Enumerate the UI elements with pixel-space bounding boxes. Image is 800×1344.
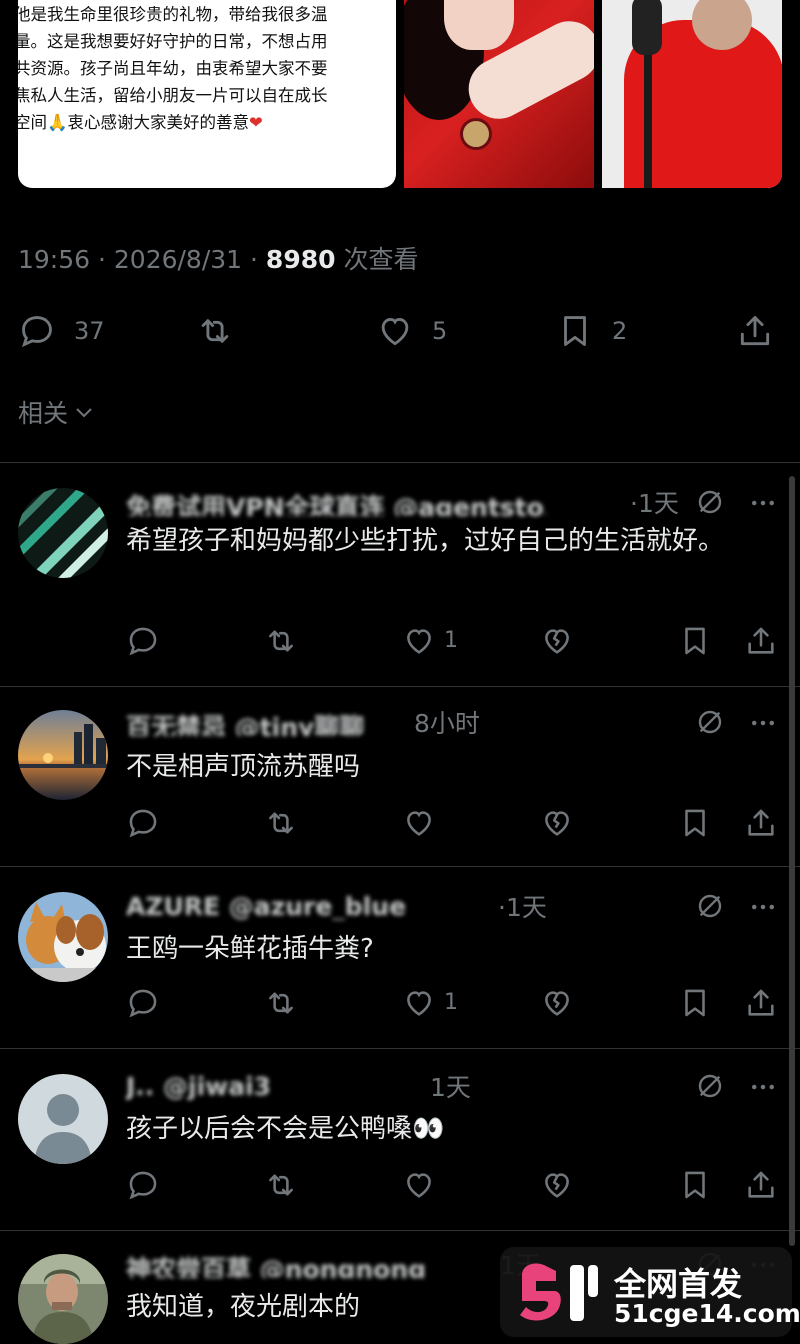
cat-dog-avatar[interactable] [18,892,108,982]
soldier-photo-avatar[interactable] [18,1254,108,1344]
more-options-icon[interactable] [748,708,778,738]
bookmark-icon[interactable] [678,806,712,840]
post-action-bar: 37 5 2 [0,308,800,354]
photo-red-robe-microphone-image[interactable] [602,0,782,188]
heart-icon[interactable] [402,1168,436,1202]
bookmark-icon[interactable] [678,986,712,1020]
repost-icon [201,319,229,343]
bookmark-icon[interactable] [678,624,712,658]
share-icon[interactable] [744,806,778,840]
reply-timestamp: ·1天 [498,893,547,922]
watermark-url: 51cge14.com [614,1299,800,1328]
reply-icon[interactable] [126,986,160,1020]
mute-icon[interactable] [694,1070,726,1102]
reply-text: 王鸥一朵鲜花插牛粪? [126,934,374,964]
share-button[interactable] [736,308,774,354]
wristwatch [460,118,492,150]
dislike-icon[interactable] [540,624,574,658]
heart-icon[interactable] [402,624,436,658]
sunset-skyline-avatar[interactable] [18,710,108,800]
more-options-icon[interactable] [748,892,778,922]
reply-author-name[interactable]: 百无禁忌 @tiny聊聊 [126,708,546,736]
bookmark-button[interactable]: 2 [556,308,627,354]
reply-like-count: 1 [444,628,458,653]
reply-author-name[interactable]: AZURE @azure_blue [126,892,546,920]
reply-icon [22,316,52,348]
post-media[interactable]: 他是我生命里很珍贵的礼物，带给我很多温 量。这是我想要好好守护的日常，不想占用 … [18,0,782,188]
reply-timestamp: ·1天 [630,489,679,518]
repost-icon[interactable] [264,986,298,1020]
reply-text: 希望孩子和妈妈都少些打扰，过好自己的生活就好。 [126,526,725,556]
share-icon[interactable] [744,986,778,1020]
reply-button[interactable]: 37 [18,308,105,354]
related-dropdown[interactable]: 相关 [18,394,96,430]
divider [0,866,800,867]
bookmark-count: 2 [612,317,628,345]
divider [0,1048,800,1049]
view-count: 8980 [265,245,336,274]
chevron-down-icon [76,408,92,418]
reply-action-bar [126,806,786,842]
default-user-avatar[interactable] [18,1074,108,1164]
heart-emoji: ❤ [249,113,263,132]
reply-author-name[interactable]: J.. @jiwai3 [126,1072,546,1100]
like-button[interactable]: 5 [376,308,447,354]
site-logo-icon [520,1263,598,1321]
reply-text: 孩子以后会不会是公鸭嗓👀 [126,1114,445,1144]
heart-icon[interactable] [402,986,436,1020]
scrollbar[interactable] [789,476,795,1246]
mute-icon[interactable] [694,486,726,518]
dislike-icon[interactable] [540,986,574,1020]
dislike-icon[interactable] [540,1168,574,1202]
post-timestamp: 19:56 · 2026/8/31 · [18,245,266,274]
repost-icon[interactable] [264,1168,298,1202]
post-meta: 19:56 · 2026/8/31 · 8980 次查看 [18,240,418,276]
share-icon[interactable] [744,624,778,658]
quote-screenshot-image[interactable]: 他是我生命里很珍贵的礼物，带给我很多温 量。这是我想要好好守护的日常，不想占用 … [18,0,396,188]
repost-icon[interactable] [264,624,298,658]
reply-icon[interactable] [126,806,160,840]
reply-icon[interactable] [126,624,160,658]
dislike-icon[interactable] [540,806,574,840]
reply-timestamp: 1天 [430,1073,471,1102]
mute-icon[interactable] [694,890,726,922]
share-icon[interactable] [744,1168,778,1202]
reply-count: 37 [74,317,105,345]
share-icon [740,316,770,346]
reply-author-name[interactable]: 神农尝百草 @nongnong [126,1250,546,1278]
repost-button[interactable] [196,308,234,354]
teal-stripe-avatar[interactable] [18,488,108,578]
repost-icon[interactable] [264,806,298,840]
quote-text: 他是我生命里很珍贵的礼物，带给我很多温 量。这是我想要好好守护的日常，不想占用 … [18,5,328,132]
reply-like-count: 1 [444,990,458,1015]
microphone [632,0,662,55]
bookmark-icon[interactable] [678,1168,712,1202]
reply-icon[interactable] [126,1168,160,1202]
view-count-label: 次查看 [335,245,419,274]
related-label: 相关 [18,399,69,428]
more-options-icon[interactable] [748,1072,778,1102]
mute-icon[interactable] [694,706,726,738]
bookmark-icon [564,316,586,346]
reply-text: 不是相声顶流苏醒吗 [126,752,361,782]
divider [0,462,800,463]
photo-red-dress-image[interactable] [404,0,594,188]
like-count: 5 [432,317,448,345]
divider [0,686,800,687]
divider [0,1230,800,1231]
reply-action-bar: 1 [126,986,786,1022]
reply-action-bar: 1 [126,624,786,660]
reply-author-name[interactable]: 免费试用VPN全球直连 @agentsto3 [126,488,546,516]
reply-action-bar [126,1168,786,1204]
reply-timestamp: 8小时 [414,709,480,738]
more-options-icon[interactable] [748,488,778,518]
heart-icon [381,318,409,346]
site-watermark: 全网首发 51cge14.com [500,1247,800,1337]
heart-icon[interactable] [402,806,436,840]
